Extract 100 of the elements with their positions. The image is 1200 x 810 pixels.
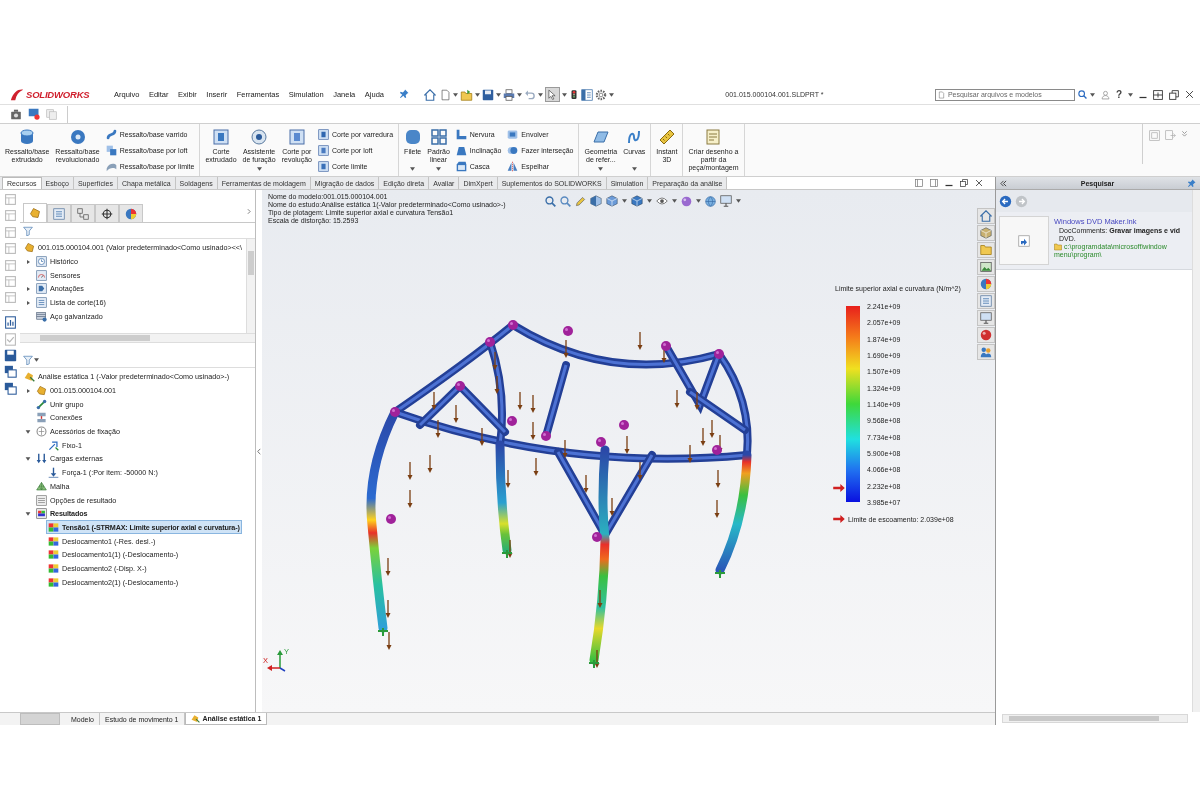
panel-tab[interactable] <box>95 204 119 222</box>
cube-icon[interactable] <box>606 195 618 207</box>
color-plot-icon <box>48 521 59 533</box>
tile-windows-icon[interactable] <box>1153 89 1163 100</box>
color-plot-icon <box>48 549 59 561</box>
back-icon[interactable] <box>999 194 1012 208</box>
horizontal-scrollbar[interactable] <box>1002 714 1188 723</box>
crosshair-icon <box>101 207 113 220</box>
image-icon[interactable] <box>980 261 992 273</box>
search-icon[interactable] <box>1077 90 1087 99</box>
caret-icon[interactable] <box>1128 92 1133 97</box>
select-tool-button[interactable] <box>545 87 560 102</box>
load-arrow <box>637 331 643 350</box>
expander-icon[interactable] <box>25 428 31 435</box>
globe-icon[interactable] <box>705 195 716 207</box>
node-sphere <box>508 320 518 330</box>
chart-document-icon[interactable] <box>3 316 17 330</box>
caret-icon[interactable] <box>736 199 741 203</box>
floppy-icon[interactable] <box>3 348 17 362</box>
screen-record-icon[interactable] <box>28 108 40 120</box>
stacked-windows-icon[interactable] <box>3 381 17 395</box>
folder-icon[interactable] <box>980 244 992 256</box>
circle-cross-icon <box>36 426 47 438</box>
help-button[interactable]: ? <box>1115 89 1122 100</box>
load-arrow <box>594 649 600 668</box>
caret-icon[interactable] <box>34 357 39 362</box>
panel-icon[interactable] <box>581 88 593 101</box>
traffic-light-icon[interactable] <box>569 88 579 101</box>
load-arrow <box>700 427 706 446</box>
printer-icon[interactable] <box>503 88 515 101</box>
document-icon <box>937 90 945 99</box>
expander-icon[interactable] <box>25 299 31 306</box>
force-arrow-icon <box>48 467 59 479</box>
house-icon[interactable] <box>980 210 992 222</box>
floppy-icon[interactable] <box>482 88 494 101</box>
expander-icon[interactable] <box>25 387 31 394</box>
caret-icon[interactable] <box>453 92 458 97</box>
caret-icon[interactable] <box>562 92 567 97</box>
open-box-icon <box>455 160 467 172</box>
eye-icon[interactable] <box>656 195 668 207</box>
split-left-icon[interactable] <box>915 179 923 187</box>
horizontal-scrollbar[interactable] <box>20 334 255 343</box>
chevron-right-icon[interactable] <box>246 208 252 215</box>
stacked-windows-icon[interactable] <box>3 365 17 379</box>
load-arrow <box>494 375 500 394</box>
monitor-icon[interactable] <box>720 195 732 207</box>
collapse-handle-icon[interactable] <box>257 447 261 455</box>
collapse-icon[interactable] <box>1181 130 1188 137</box>
caret-icon[interactable] <box>696 199 701 203</box>
caret-icon[interactable] <box>496 92 501 97</box>
caret-icon[interactable] <box>622 199 627 203</box>
expander-icon[interactable] <box>25 510 31 517</box>
color-plot-icon <box>48 562 59 574</box>
pin-icon[interactable] <box>1188 179 1196 187</box>
load-arrow <box>694 391 700 410</box>
home-icon[interactable] <box>424 88 437 101</box>
caret-icon[interactable] <box>647 199 652 203</box>
sphere-icon[interactable] <box>980 329 992 341</box>
node-sphere <box>712 445 722 455</box>
camera-icon[interactable] <box>10 108 22 120</box>
expander-icon[interactable] <box>25 455 31 462</box>
pencil-icon[interactable] <box>575 195 586 207</box>
pin-icon[interactable] <box>400 89 409 98</box>
caret-icon[interactable] <box>517 92 522 97</box>
vertical-scrollbar[interactable] <box>1192 190 1200 712</box>
node-sphere <box>541 431 551 441</box>
caret-icon[interactable] <box>475 92 480 97</box>
close-icon[interactable] <box>975 179 983 187</box>
part-icon <box>24 242 35 254</box>
node-sphere <box>507 416 517 426</box>
tag-icon <box>36 283 47 295</box>
list-icon <box>36 297 47 309</box>
close-icon[interactable] <box>1185 90 1194 99</box>
load-arrow <box>530 394 536 413</box>
caret-icon[interactable] <box>672 199 677 203</box>
caret-icon[interactable] <box>1089 92 1095 97</box>
people-icon[interactable] <box>980 346 992 358</box>
list-icon[interactable] <box>980 295 992 307</box>
magnifier-icon[interactable] <box>545 195 556 207</box>
open-folder-icon[interactable] <box>460 88 473 101</box>
color-pie-icon[interactable] <box>980 278 992 290</box>
magnifier-icon[interactable] <box>560 195 571 207</box>
caret-icon[interactable] <box>609 92 614 97</box>
filter-icon[interactable] <box>23 225 33 236</box>
vertical-scrollbar[interactable] <box>246 239 255 333</box>
half-cube-icon[interactable] <box>590 195 602 207</box>
restore-icon[interactable] <box>960 179 968 187</box>
caret-icon[interactable] <box>538 92 543 97</box>
box-icon[interactable] <box>980 227 992 239</box>
sphere-icon[interactable] <box>681 195 692 207</box>
split-right-icon[interactable] <box>930 179 938 187</box>
gear-icon[interactable] <box>595 88 607 101</box>
expander-icon[interactable] <box>25 285 31 292</box>
curve-icon <box>626 129 643 145</box>
hole-icon <box>251 129 268 145</box>
monitor-icon[interactable] <box>980 312 992 324</box>
restore-icon[interactable] <box>1169 89 1179 100</box>
cube-icon[interactable] <box>631 195 643 207</box>
expander-icon[interactable] <box>25 258 31 265</box>
double-chevron-icon[interactable] <box>1000 179 1007 187</box>
